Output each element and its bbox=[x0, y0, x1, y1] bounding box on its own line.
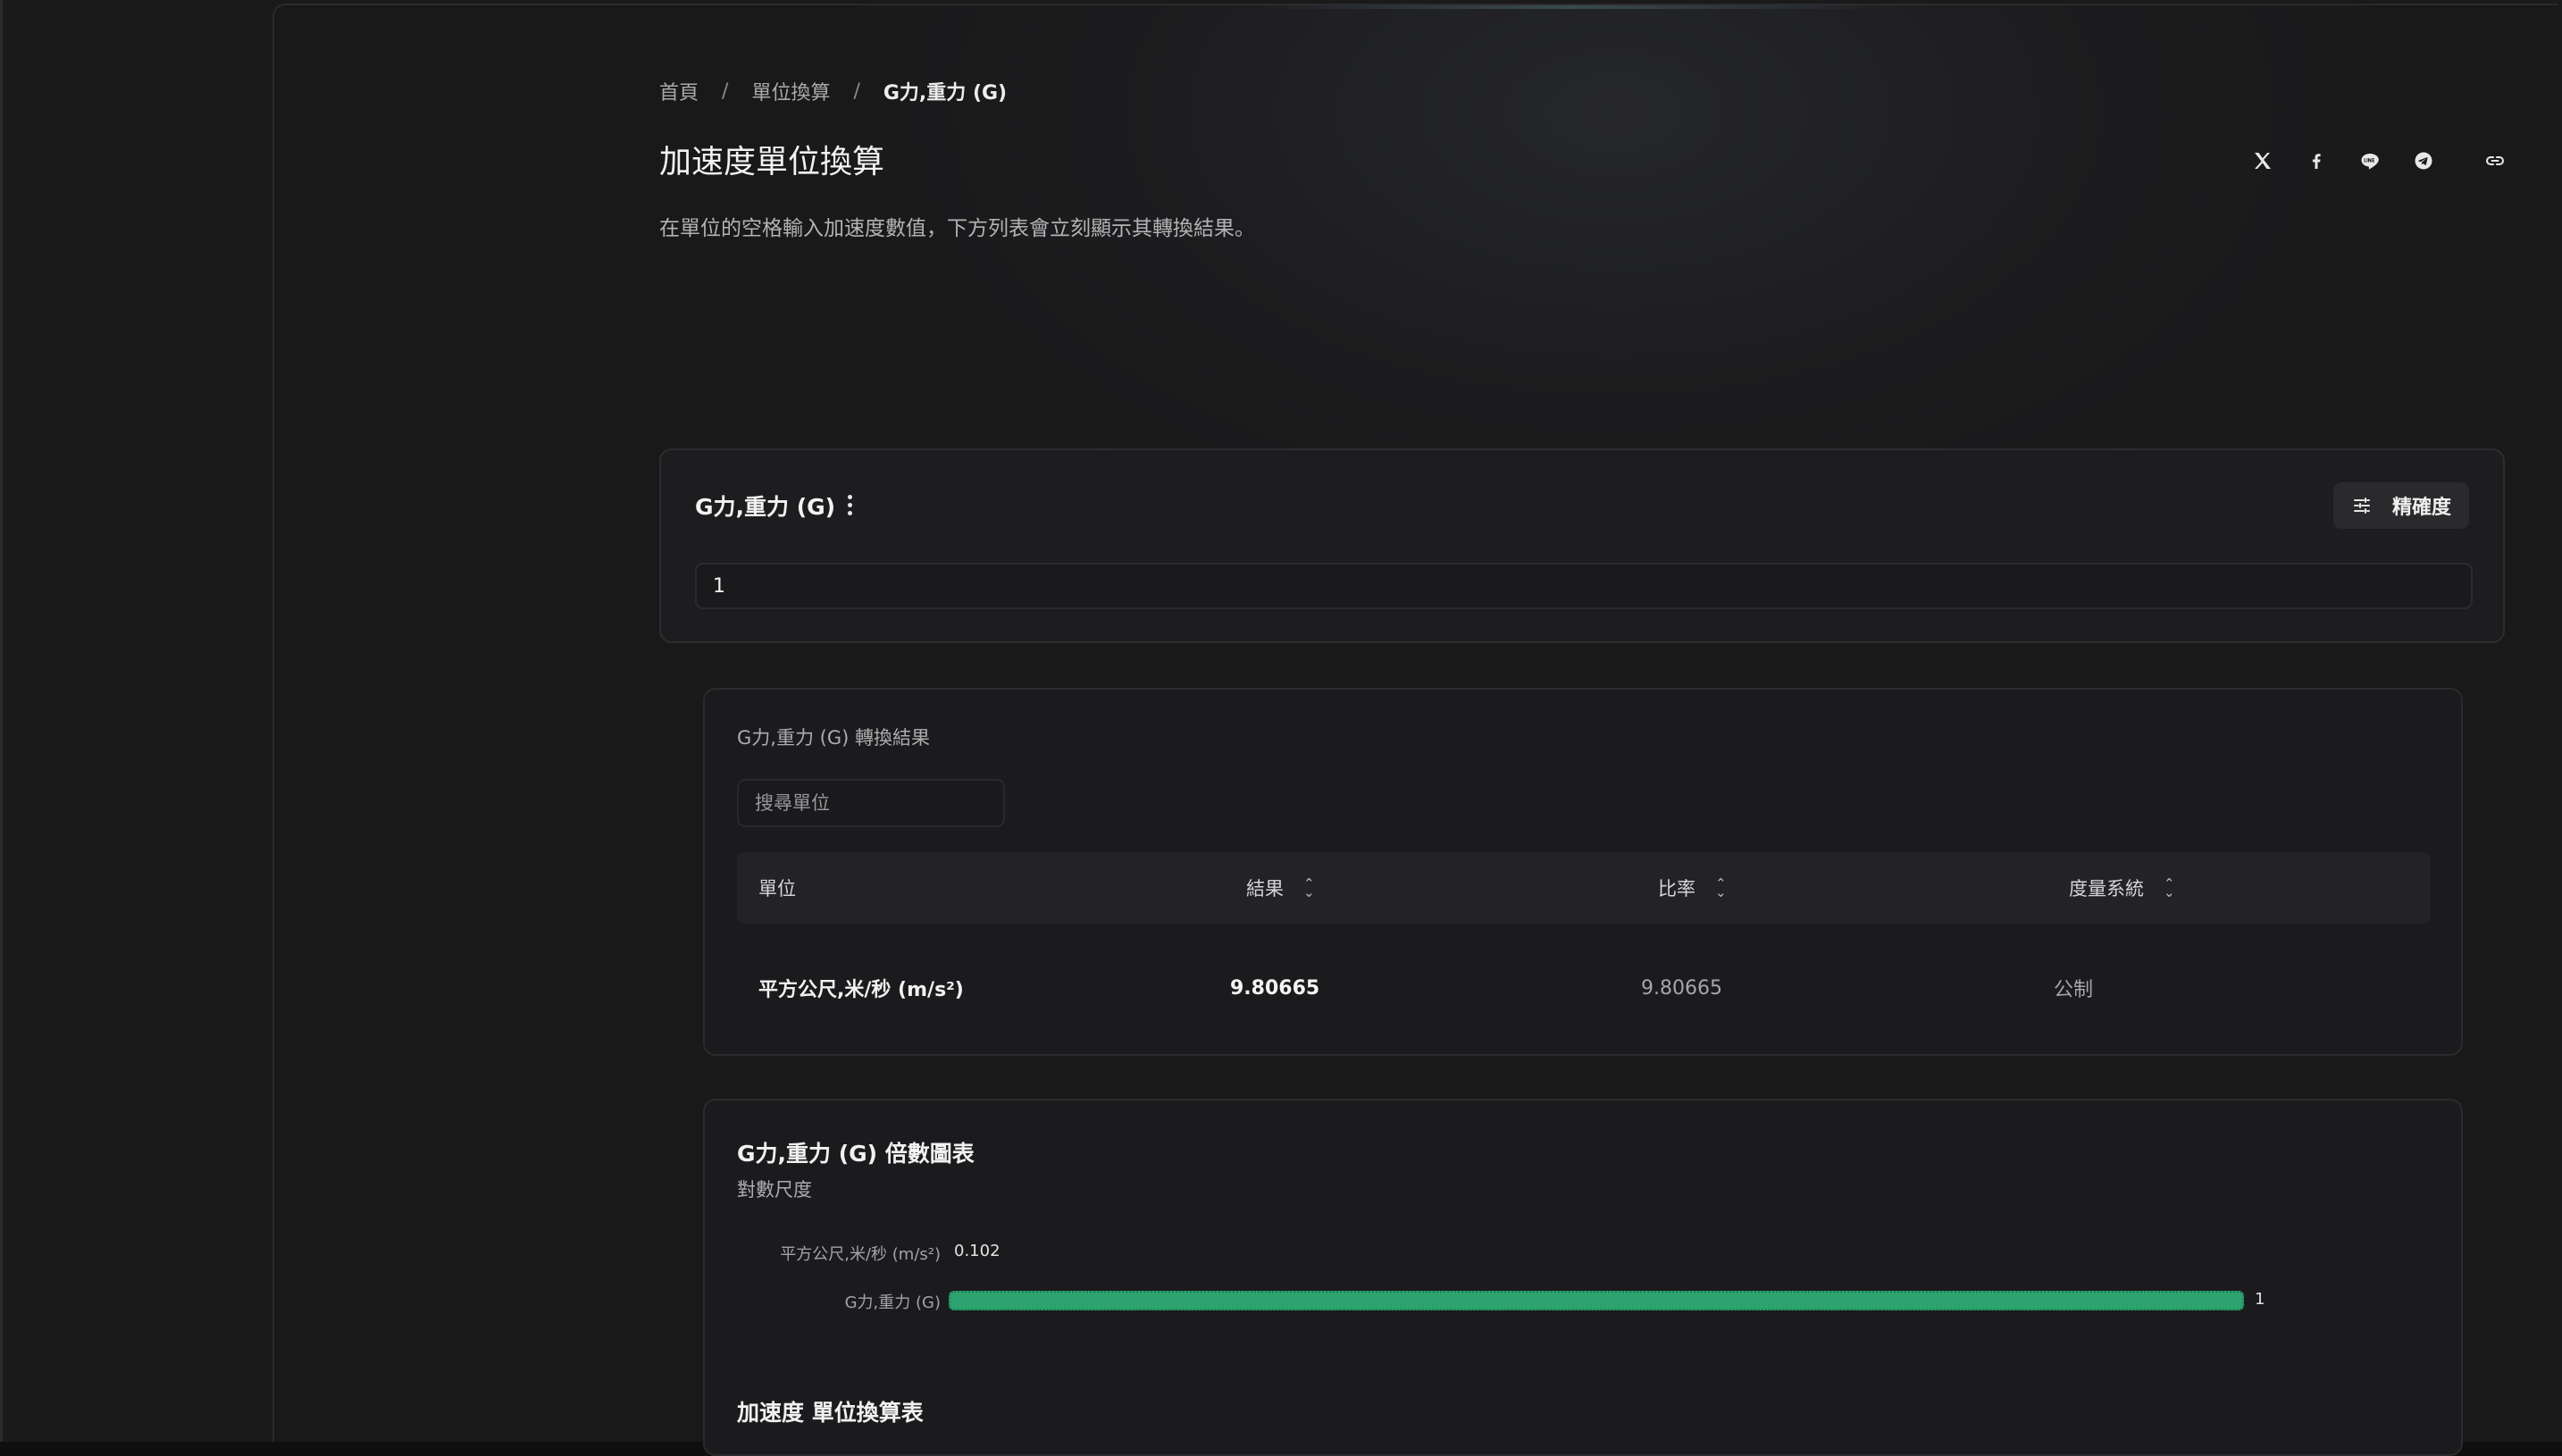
breadcrumb-separator: / bbox=[853, 79, 860, 103]
precision-button[interactable]: 精確度 bbox=[2332, 482, 2469, 529]
sort-icon: ⌃ ⌄ bbox=[2164, 875, 2175, 900]
bar-category-label: G力,重力 (G) bbox=[844, 1293, 941, 1312]
column-ratio-label: 比率 bbox=[1658, 878, 1695, 900]
results-card: G力,重力 (G) 轉換結果 單位 結果 ⌃⌄ 比率 ⌃⌄ 度量系統 ⌃⌄ 平方… bbox=[703, 688, 2463, 1056]
x-icon[interactable] bbox=[2245, 143, 2281, 179]
more-options-icon[interactable] bbox=[836, 490, 863, 520]
top-glow bbox=[1257, 5, 1882, 9]
breadcrumb-category[interactable]: 單位換算 bbox=[751, 77, 830, 105]
breadcrumb-separator: / bbox=[722, 79, 729, 103]
unit-title: G力,重力 (G) bbox=[695, 494, 836, 520]
table-header: 單位 結果 ⌃ ⌄ 比率 ⌃ ⌄ 度量系統 ⌃ ⌄ bbox=[737, 852, 2431, 924]
chart-scale-label: 對數尺度 bbox=[737, 1179, 812, 1201]
conversion-table-title: 加速度 單位換算表 bbox=[737, 1400, 924, 1426]
column-result-sort[interactable]: 結果 ⌃ ⌄ bbox=[1246, 852, 1315, 924]
unit-input-card: G力,重力 (G) 精確度 bbox=[659, 448, 2505, 643]
bar-category-label: 平方公尺,米/秒 (m/s²) bbox=[780, 1245, 941, 1264]
bar-value-label: 0.102 bbox=[954, 1242, 1001, 1260]
sort-icon: ⌃ ⌄ bbox=[1303, 875, 1315, 900]
breadcrumb: 首頁 / 單位換算 / G力,重力 (G) bbox=[659, 77, 1007, 105]
results-title: G力,重力 (G) 轉換結果 bbox=[737, 727, 930, 749]
link-icon[interactable] bbox=[2477, 143, 2513, 179]
search-input[interactable] bbox=[737, 779, 1005, 827]
sort-icon: ⌃ ⌄ bbox=[1715, 875, 1727, 900]
chart-title: G力,重力 (G) 倍數圖表 bbox=[737, 1141, 975, 1167]
bar bbox=[949, 1291, 2244, 1310]
line-icon[interactable] bbox=[2352, 143, 2388, 179]
column-unit-label: 單位 bbox=[758, 878, 796, 900]
table-row[interactable]: 平方公尺,米/秒 (m/s²) 9.80665 9.80665 公制 bbox=[737, 947, 2431, 1029]
telegram-icon[interactable] bbox=[2406, 143, 2441, 179]
row-result: 9.80665 bbox=[1230, 976, 1320, 1000]
page-title: 加速度單位換算 bbox=[659, 144, 885, 180]
breadcrumb-home[interactable]: 首頁 bbox=[659, 77, 699, 105]
row-ratio: 9.80665 bbox=[1641, 976, 1722, 1000]
facebook-icon[interactable] bbox=[2298, 143, 2334, 179]
browser-frame: 首頁 / 單位換算 / G力,重力 (G) 加速度單位換算 在單位的空格輸入加速… bbox=[0, 0, 2562, 1456]
breadcrumb-current: G力,重力 (G) bbox=[883, 82, 1008, 105]
precision-label: 精確度 bbox=[2391, 497, 2451, 519]
row-system: 公制 bbox=[2054, 979, 2094, 1001]
column-ratio-sort[interactable]: 比率 ⌃ ⌄ bbox=[1658, 852, 1727, 924]
value-input[interactable] bbox=[695, 563, 2473, 609]
bar-chart: 平方公尺,米/秒 (m/s²) 0.102 G力,重力 (G) 1 bbox=[737, 1234, 2431, 1342]
column-system-label: 度量系統 bbox=[2069, 878, 2144, 900]
column-result-label: 結果 bbox=[1246, 878, 1284, 900]
page-description: 在單位的空格輸入加速度數值，下方列表會立刻顯示其轉換結果。 bbox=[659, 217, 1255, 240]
sliders-icon bbox=[2353, 498, 2370, 514]
bar-value-label: 1 bbox=[2255, 1290, 2265, 1309]
column-system-sort[interactable]: 度量系統 ⌃ ⌄ bbox=[2069, 852, 2175, 924]
chart-card: G力,重力 (G) 倍數圖表 對數尺度 平方公尺,米/秒 (m/s²) 0.102… bbox=[703, 1099, 2463, 1456]
row-unit: 平方公尺,米/秒 (m/s²) bbox=[758, 979, 964, 1001]
column-unit: 單位 bbox=[758, 852, 796, 924]
share-bar bbox=[2227, 143, 2513, 179]
